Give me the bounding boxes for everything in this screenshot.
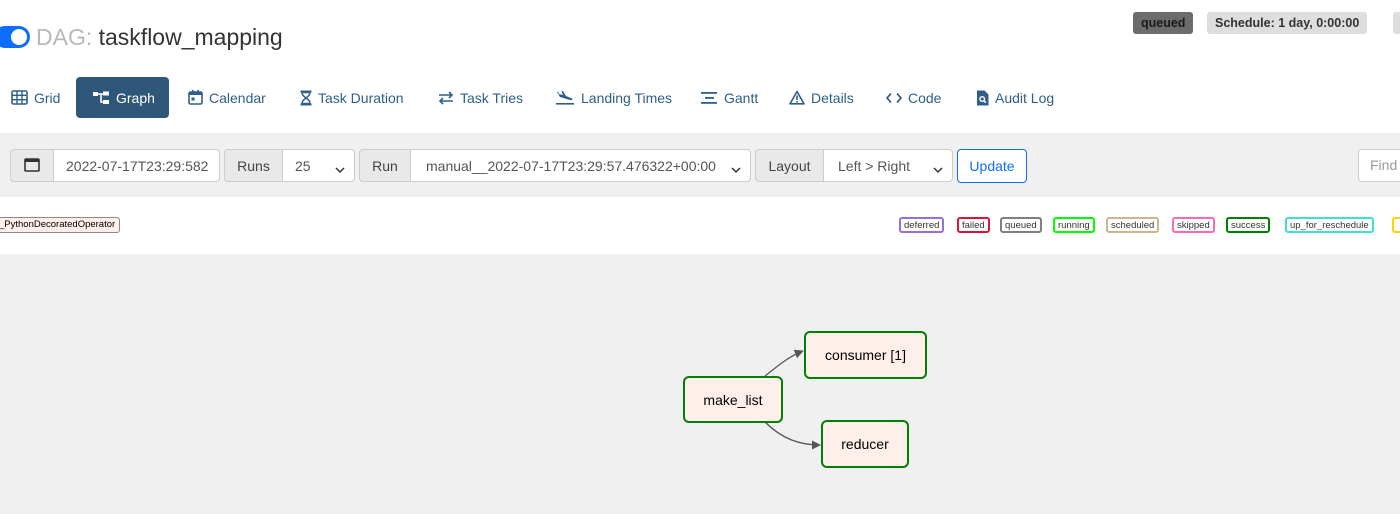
tab-label: Landing Times xyxy=(581,89,673,106)
runs-label: Runs xyxy=(224,149,283,182)
tab-calendar[interactable]: Calendar xyxy=(178,77,276,118)
chevron-down-icon xyxy=(731,161,741,177)
code-icon xyxy=(886,92,902,104)
arrows-exchange-icon xyxy=(438,90,454,105)
task-node-make-list[interactable]: make_list xyxy=(683,376,783,423)
calendar-icon xyxy=(24,157,40,175)
state-legend-scheduled[interactable]: scheduled xyxy=(1106,217,1160,233)
tab-task-tries[interactable]: Task Tries xyxy=(428,77,533,118)
plane-landing-icon xyxy=(555,90,575,105)
state-legend-up-for-reschedule[interactable]: up_for_reschedule xyxy=(1285,217,1374,233)
state-legend-skipped[interactable]: skipped xyxy=(1172,217,1215,233)
state-legend-success[interactable]: success xyxy=(1226,217,1271,233)
state-legend-running[interactable]: running xyxy=(1053,217,1095,233)
page-title: DAG: taskflow_mapping xyxy=(36,23,283,51)
edge-make-list-to-reducer xyxy=(764,421,821,450)
run-label: Run xyxy=(359,149,411,182)
layout-select[interactable]: Left > Right xyxy=(823,149,953,182)
calendar-icon xyxy=(188,90,203,105)
tab-label: Audit Log xyxy=(995,89,1055,106)
file-search-icon xyxy=(976,90,989,106)
run-select[interactable]: manual__2022-07-17T23:29:57.476322+00:00 xyxy=(410,149,751,182)
toggle-knob xyxy=(11,29,27,45)
tab-gantt[interactable]: Gantt xyxy=(690,77,768,118)
graph-icon xyxy=(92,91,110,105)
next-run-badge xyxy=(1393,12,1400,34)
calendar-picker-button[interactable] xyxy=(10,149,54,182)
dag-id: taskflow_mapping xyxy=(98,24,283,50)
tab-label: Task Duration xyxy=(318,89,404,106)
task-node-label: consumer [1] xyxy=(825,347,906,363)
dag-run-state-badge: queued xyxy=(1133,12,1194,34)
tab-graph[interactable]: Graph xyxy=(76,77,169,118)
gantt-icon xyxy=(700,91,718,105)
tab-code[interactable]: Code xyxy=(876,77,951,118)
state-legend-failed[interactable]: failed xyxy=(957,217,990,233)
layout-value: Left > Right xyxy=(838,157,910,174)
tab-task-duration[interactable]: Task Duration xyxy=(290,77,414,118)
dag-title-prefix: DAG: xyxy=(36,24,99,50)
runs-select[interactable]: 25 xyxy=(282,149,355,182)
run-value: manual__2022-07-17T23:29:57.476322+00:00 xyxy=(426,157,716,174)
dag-pause-toggle[interactable] xyxy=(0,26,30,48)
update-button[interactable]: Update xyxy=(957,149,1027,183)
tab-audit-log[interactable]: Audit Log xyxy=(966,77,1064,118)
graph-canvas[interactable]: make_list consumer [1] reducer xyxy=(0,254,1400,514)
tab-label: Graph xyxy=(116,89,155,106)
runs-value: 25 xyxy=(295,157,311,174)
warning-triangle-icon xyxy=(789,90,805,105)
grid-icon xyxy=(11,90,28,105)
chevron-down-icon xyxy=(933,161,943,177)
state-legend-queued[interactable]: queued xyxy=(1000,217,1042,233)
tab-grid[interactable]: Grid xyxy=(1,77,70,118)
state-legend-deferred[interactable]: deferred xyxy=(899,217,945,233)
find-task-input[interactable]: Find xyxy=(1358,149,1400,182)
tab-landing-times[interactable]: Landing Times xyxy=(545,77,682,118)
hourglass-icon xyxy=(300,90,312,106)
operator-legend-chip[interactable]: _PythonDecoratedOperator xyxy=(0,217,121,233)
tab-label: Grid xyxy=(34,89,61,106)
tab-label: Details xyxy=(811,89,854,106)
layout-label: Layout xyxy=(755,149,824,182)
base-date-input[interactable]: 2022-07-17T23:29:582 xyxy=(53,149,220,182)
tab-label: Calendar xyxy=(209,89,266,106)
tab-label: Code xyxy=(908,89,942,106)
base-date-value: 2022-07-17T23:29:582 xyxy=(66,157,209,174)
task-node-label: make_list xyxy=(703,391,763,408)
edge-make-list-to-consumer xyxy=(764,349,804,377)
schedule-badge: Schedule: 1 day, 0:00:00 xyxy=(1207,12,1368,34)
chevron-down-icon xyxy=(335,161,345,177)
task-node-consumer[interactable]: consumer [1] xyxy=(804,331,927,379)
task-node-label: reducer xyxy=(841,436,889,452)
tab-details[interactable]: Details xyxy=(779,77,864,118)
tab-label: Task Tries xyxy=(460,89,524,106)
task-node-reducer[interactable]: reducer xyxy=(821,420,909,468)
tab-label: Gantt xyxy=(724,89,759,106)
state-legend-upstream-failed[interactable] xyxy=(1392,217,1400,233)
